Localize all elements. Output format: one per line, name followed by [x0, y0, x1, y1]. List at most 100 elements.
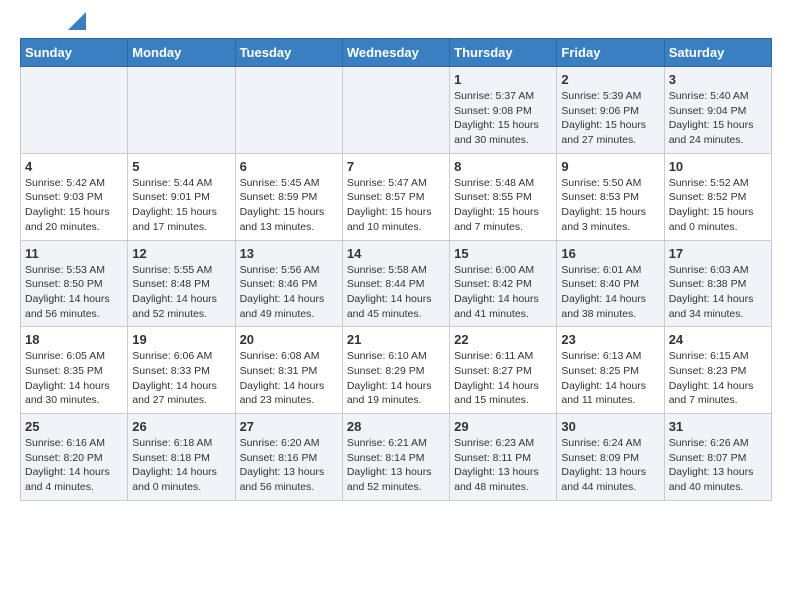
calendar-day-cell: 14 Sunrise: 5:58 AM Sunset: 8:44 PM Dayli…: [342, 240, 449, 327]
calendar-body: 1 Sunrise: 5:37 AM Sunset: 9:08 PM Daylig…: [21, 67, 772, 501]
day-content: Sunrise: 5:45 AM Sunset: 8:59 PM Dayligh…: [240, 176, 338, 235]
day-content: Sunrise: 6:03 AM Sunset: 8:38 PM Dayligh…: [669, 263, 767, 322]
calendar-day-cell: 16Sunrise: 6:01 AM Sunset: 8:40 PM Dayli…: [557, 240, 664, 327]
day-number: 22: [454, 332, 552, 347]
calendar-week-1: 1 Sunrise: 5:37 AM Sunset: 9:08 PM Daylig…: [21, 67, 772, 154]
calendar-day-cell: 31 Sunrise: 6:26 AM Sunset: 8:07 PM Dayli…: [664, 414, 771, 501]
day-content: Sunrise: 5:44 AM Sunset: 9:01 PM Dayligh…: [132, 176, 230, 235]
calendar-day-cell: 20 Sunrise: 6:08 AM Sunset: 8:31 PM Dayli…: [235, 327, 342, 414]
weekday-wednesday: Wednesday: [342, 39, 449, 67]
day-content: Sunrise: 5:53 AM Sunset: 8:50 PM Dayligh…: [25, 263, 123, 322]
calendar-table: SundayMondayTuesdayWednesdayThursdayFrid…: [20, 38, 772, 501]
weekday-saturday: Saturday: [664, 39, 771, 67]
day-content: Sunrise: 6:05 AM Sunset: 8:35 PM Dayligh…: [25, 349, 123, 408]
day-number: 6: [240, 159, 338, 174]
day-number: 13: [240, 246, 338, 261]
calendar-day-cell: [235, 67, 342, 154]
calendar-day-cell: [21, 67, 128, 154]
day-number: 26: [132, 419, 230, 434]
day-number: 20: [240, 332, 338, 347]
calendar-day-cell: 17Sunrise: 6:03 AM Sunset: 8:38 PM Dayli…: [664, 240, 771, 327]
day-content: Sunrise: 6:15 AM Sunset: 8:23 PM Dayligh…: [669, 349, 767, 408]
weekday-header-row: SundayMondayTuesdayWednesdayThursdayFrid…: [21, 39, 772, 67]
day-number: 30: [561, 419, 659, 434]
day-content: Sunrise: 5:48 AM Sunset: 8:55 PM Dayligh…: [454, 176, 552, 235]
day-content: Sunrise: 6:20 AM Sunset: 8:16 PM Dayligh…: [240, 436, 338, 495]
day-content: Sunrise: 6:06 AM Sunset: 8:33 PM Dayligh…: [132, 349, 230, 408]
day-content: Sunrise: 5:37 AM Sunset: 9:08 PM Dayligh…: [454, 89, 552, 148]
calendar-week-2: 4 Sunrise: 5:42 AM Sunset: 9:03 PM Daylig…: [21, 153, 772, 240]
weekday-friday: Friday: [557, 39, 664, 67]
day-content: Sunrise: 5:39 AM Sunset: 9:06 PM Dayligh…: [561, 89, 659, 148]
calendar-day-cell: 30Sunrise: 6:24 AM Sunset: 8:09 PM Dayli…: [557, 414, 664, 501]
day-number: 15: [454, 246, 552, 261]
day-number: 9: [561, 159, 659, 174]
day-content: Sunrise: 6:00 AM Sunset: 8:42 PM Dayligh…: [454, 263, 552, 322]
calendar-day-cell: 21 Sunrise: 6:10 AM Sunset: 8:29 PM Dayli…: [342, 327, 449, 414]
day-number: 2: [561, 72, 659, 87]
day-number: 19: [132, 332, 230, 347]
calendar-day-cell: 13 Sunrise: 5:56 AM Sunset: 8:46 PM Dayli…: [235, 240, 342, 327]
day-content: Sunrise: 6:13 AM Sunset: 8:25 PM Dayligh…: [561, 349, 659, 408]
calendar-day-cell: 25Sunrise: 6:16 AM Sunset: 8:20 PM Dayli…: [21, 414, 128, 501]
page-header: [20, 20, 772, 28]
weekday-monday: Monday: [128, 39, 235, 67]
calendar-week-3: 11 Sunrise: 5:53 AM Sunset: 8:50 PM Dayli…: [21, 240, 772, 327]
day-content: Sunrise: 6:21 AM Sunset: 8:14 PM Dayligh…: [347, 436, 445, 495]
day-number: 7: [347, 159, 445, 174]
day-number: 11: [25, 246, 123, 261]
day-number: 8: [454, 159, 552, 174]
calendar-day-cell: 8 Sunrise: 5:48 AM Sunset: 8:55 PM Daylig…: [450, 153, 557, 240]
calendar-day-cell: 11 Sunrise: 5:53 AM Sunset: 8:50 PM Dayli…: [21, 240, 128, 327]
day-content: Sunrise: 6:18 AM Sunset: 8:18 PM Dayligh…: [132, 436, 230, 495]
day-content: Sunrise: 5:55 AM Sunset: 8:48 PM Dayligh…: [132, 263, 230, 322]
day-content: Sunrise: 6:08 AM Sunset: 8:31 PM Dayligh…: [240, 349, 338, 408]
calendar-header: SundayMondayTuesdayWednesdayThursdayFrid…: [21, 39, 772, 67]
calendar-day-cell: [128, 67, 235, 154]
calendar-day-cell: 5Sunrise: 5:44 AM Sunset: 9:01 PM Daylig…: [128, 153, 235, 240]
day-content: Sunrise: 6:11 AM Sunset: 8:27 PM Dayligh…: [454, 349, 552, 408]
day-content: Sunrise: 6:01 AM Sunset: 8:40 PM Dayligh…: [561, 263, 659, 322]
day-number: 10: [669, 159, 767, 174]
day-number: 27: [240, 419, 338, 434]
day-number: 18: [25, 332, 123, 347]
day-content: Sunrise: 5:50 AM Sunset: 8:53 PM Dayligh…: [561, 176, 659, 235]
calendar-day-cell: 4 Sunrise: 5:42 AM Sunset: 9:03 PM Daylig…: [21, 153, 128, 240]
calendar-day-cell: 26 Sunrise: 6:18 AM Sunset: 8:18 PM Dayli…: [128, 414, 235, 501]
day-number: 23: [561, 332, 659, 347]
day-number: 28: [347, 419, 445, 434]
day-number: 29: [454, 419, 552, 434]
day-number: 31: [669, 419, 767, 434]
calendar-day-cell: 29 Sunrise: 6:23 AM Sunset: 8:11 PM Dayli…: [450, 414, 557, 501]
day-content: Sunrise: 5:56 AM Sunset: 8:46 PM Dayligh…: [240, 263, 338, 322]
calendar-week-4: 18 Sunrise: 6:05 AM Sunset: 8:35 PM Dayli…: [21, 327, 772, 414]
weekday-tuesday: Tuesday: [235, 39, 342, 67]
day-number: 4: [25, 159, 123, 174]
calendar-day-cell: 6 Sunrise: 5:45 AM Sunset: 8:59 PM Daylig…: [235, 153, 342, 240]
calendar-day-cell: 18 Sunrise: 6:05 AM Sunset: 8:35 PM Dayli…: [21, 327, 128, 414]
day-number: 14: [347, 246, 445, 261]
day-number: 1: [454, 72, 552, 87]
day-content: Sunrise: 6:16 AM Sunset: 8:20 PM Dayligh…: [25, 436, 123, 495]
calendar-day-cell: 3Sunrise: 5:40 AM Sunset: 9:04 PM Daylig…: [664, 67, 771, 154]
day-content: Sunrise: 5:42 AM Sunset: 9:03 PM Dayligh…: [25, 176, 123, 235]
calendar-day-cell: 9 Sunrise: 5:50 AM Sunset: 8:53 PM Daylig…: [557, 153, 664, 240]
day-content: Sunrise: 6:26 AM Sunset: 8:07 PM Dayligh…: [669, 436, 767, 495]
calendar-day-cell: 28 Sunrise: 6:21 AM Sunset: 8:14 PM Dayli…: [342, 414, 449, 501]
day-content: Sunrise: 6:23 AM Sunset: 8:11 PM Dayligh…: [454, 436, 552, 495]
day-content: Sunrise: 6:10 AM Sunset: 8:29 PM Dayligh…: [347, 349, 445, 408]
calendar-day-cell: [342, 67, 449, 154]
calendar-day-cell: 2 Sunrise: 5:39 AM Sunset: 9:06 PM Daylig…: [557, 67, 664, 154]
day-content: Sunrise: 5:47 AM Sunset: 8:57 PM Dayligh…: [347, 176, 445, 235]
weekday-sunday: Sunday: [21, 39, 128, 67]
logo-arrow-icon: [68, 12, 86, 30]
calendar-day-cell: 23 Sunrise: 6:13 AM Sunset: 8:25 PM Dayli…: [557, 327, 664, 414]
day-number: 24: [669, 332, 767, 347]
day-content: Sunrise: 5:52 AM Sunset: 8:52 PM Dayligh…: [669, 176, 767, 235]
day-number: 12: [132, 246, 230, 261]
day-number: 21: [347, 332, 445, 347]
day-content: Sunrise: 5:58 AM Sunset: 8:44 PM Dayligh…: [347, 263, 445, 322]
calendar-day-cell: 27 Sunrise: 6:20 AM Sunset: 8:16 PM Dayli…: [235, 414, 342, 501]
day-content: Sunrise: 5:40 AM Sunset: 9:04 PM Dayligh…: [669, 89, 767, 148]
weekday-thursday: Thursday: [450, 39, 557, 67]
